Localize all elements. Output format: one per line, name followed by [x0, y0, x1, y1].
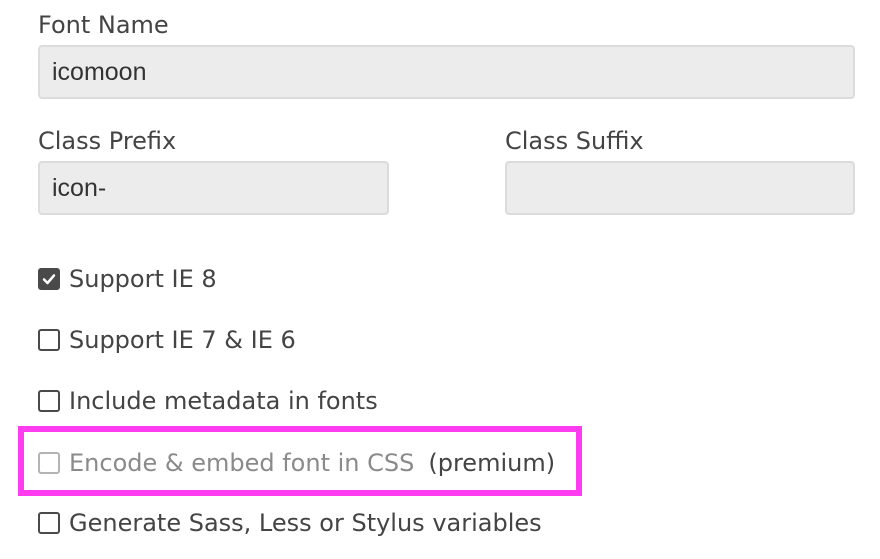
- highlight-box: [18, 426, 582, 496]
- option-generate-variables[interactable]: Generate Sass, Less or Stylus variables: [38, 506, 542, 540]
- option-label: Support IE 8: [69, 265, 217, 293]
- checkbox[interactable]: [38, 329, 60, 351]
- check-icon: [42, 274, 56, 285]
- option-support-ie8[interactable]: Support IE 8: [38, 262, 217, 296]
- checkbox-checked[interactable]: [38, 268, 60, 290]
- option-support-ie7-ie6[interactable]: Support IE 7 & IE 6: [38, 323, 296, 357]
- class-suffix-label: Class Suffix: [505, 127, 644, 155]
- option-label: Support IE 7 & IE 6: [69, 326, 296, 354]
- checkbox[interactable]: [38, 512, 60, 534]
- option-include-metadata[interactable]: Include metadata in fonts: [38, 384, 378, 418]
- class-suffix-input[interactable]: [505, 161, 855, 215]
- option-label: Include metadata in fonts: [69, 387, 378, 415]
- option-label: Generate Sass, Less or Stylus variables: [69, 509, 542, 537]
- font-name-input[interactable]: [38, 45, 855, 99]
- font-name-label: Font Name: [38, 11, 169, 39]
- class-prefix-label: Class Prefix: [38, 127, 177, 155]
- class-prefix-input[interactable]: [38, 161, 389, 215]
- checkbox[interactable]: [38, 390, 60, 412]
